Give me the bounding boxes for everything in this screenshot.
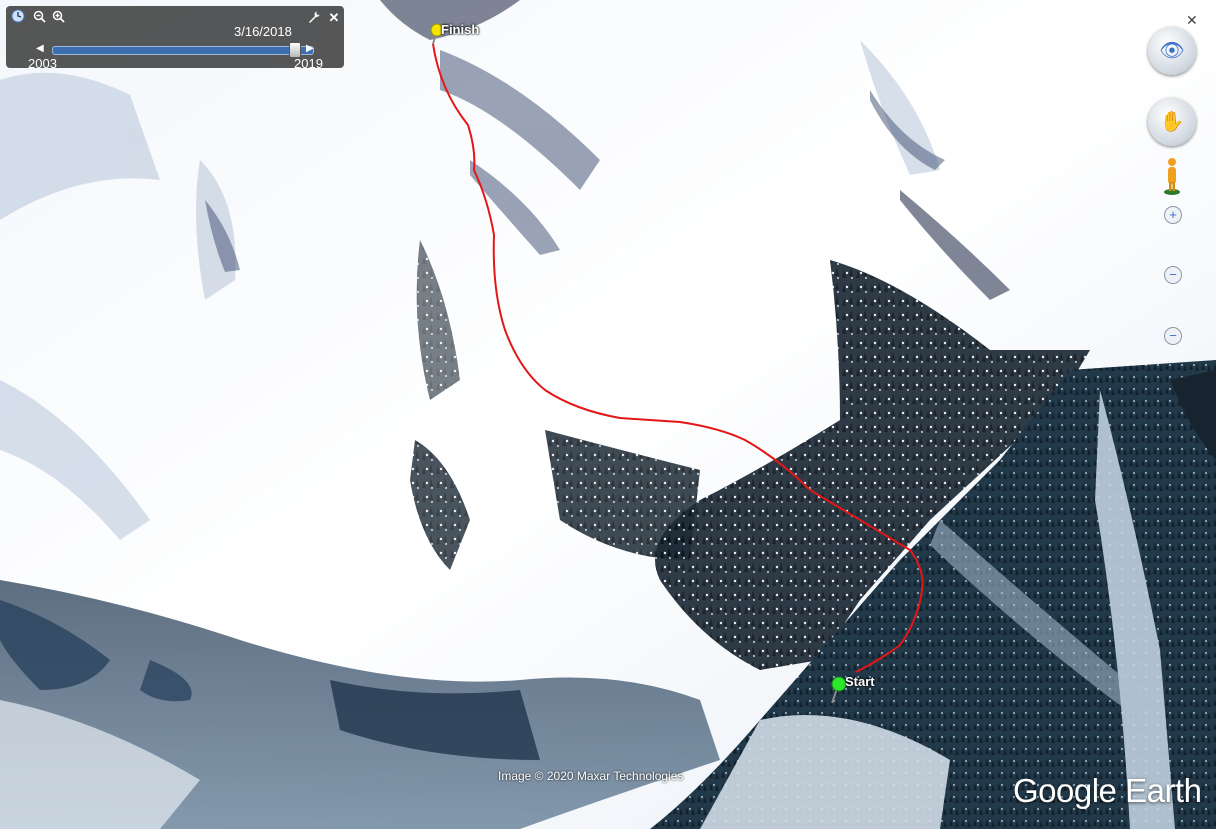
historical-imagery-slider: ✕ 3/16/2018 ◀ ▶ 2003 2019 (6, 6, 344, 71)
slider-track[interactable] (52, 46, 314, 55)
zoom-in-icon[interactable] (50, 10, 66, 26)
start-label: Start (845, 674, 875, 689)
imagery-attribution: Image © 2020 Maxar Technologies (498, 769, 684, 783)
slider-date: 3/16/2018 (234, 24, 292, 39)
clock-icon[interactable] (10, 9, 26, 25)
google-earth-logo: Google Earth (1013, 772, 1202, 809)
pegman-icon[interactable] (1163, 156, 1181, 196)
step-forward-icon[interactable]: ▶ (306, 43, 314, 54)
finish-label: Finish (441, 22, 480, 37)
zoom-in-button[interactable]: + (1164, 206, 1182, 224)
zoom-out-icon[interactable] (31, 10, 47, 26)
eye-icon: 👁 (1159, 40, 1185, 62)
zoom-out-button[interactable]: − (1164, 327, 1182, 345)
move-control[interactable]: ✋ (1148, 98, 1196, 146)
close-icon[interactable]: ✕ (326, 10, 342, 26)
hand-icon: ✋ (1159, 111, 1185, 133)
zoom-slider-handle[interactable]: − (1164, 266, 1182, 284)
slider-start-year: 2003 (28, 56, 57, 71)
look-control[interactable]: 👁 (1148, 27, 1196, 75)
satellite-imagery[interactable] (0, 0, 1216, 829)
wrench-icon[interactable] (306, 10, 322, 26)
slider-end-year: 2019 (294, 56, 323, 71)
step-back-icon[interactable]: ◀ (36, 43, 44, 54)
